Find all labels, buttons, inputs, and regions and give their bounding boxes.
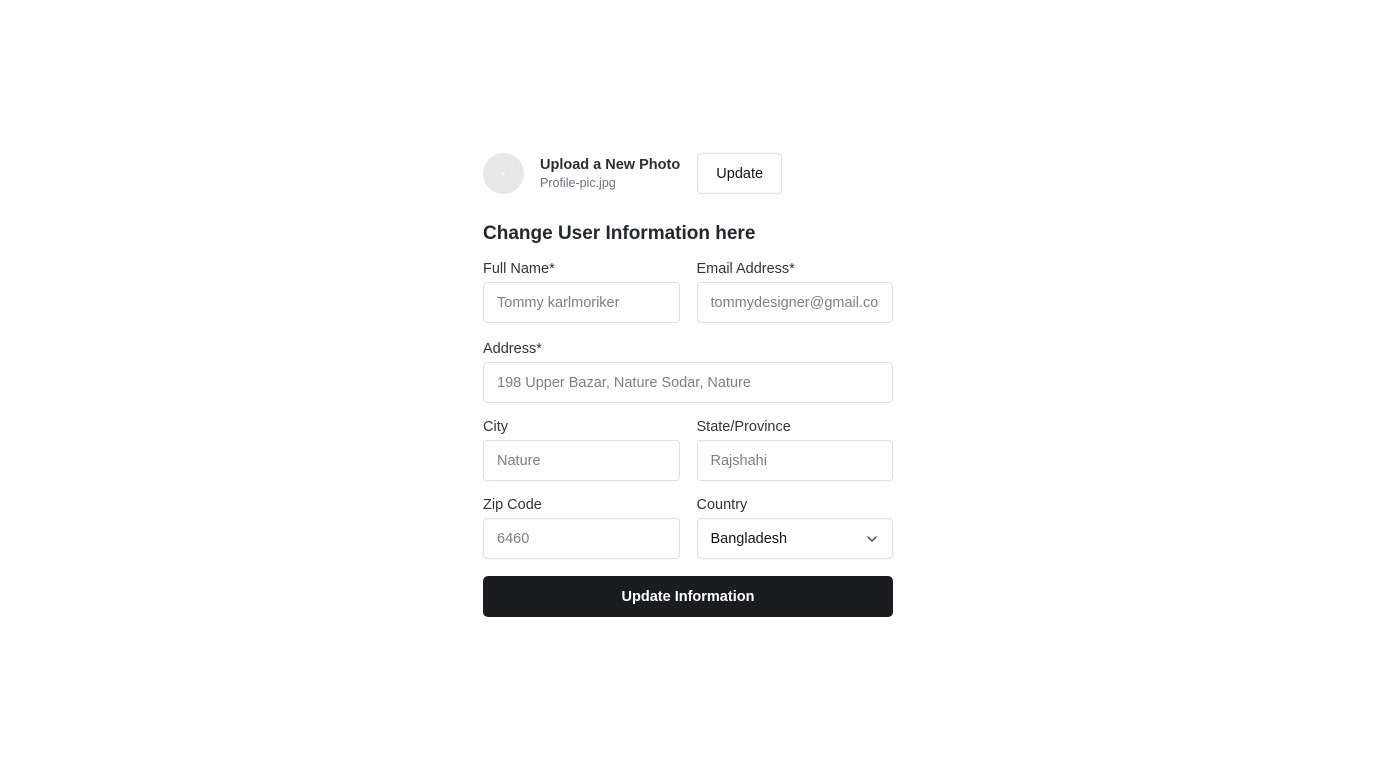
zip-label: Zip Code	[483, 497, 542, 513]
country-selected-value: Bangladesh	[710, 530, 788, 547]
state-input[interactable]	[696, 440, 893, 481]
profile-form: Upload a New Photo Profile-pic.jpg Updat…	[483, 153, 893, 617]
zip-input[interactable]	[483, 518, 680, 559]
photo-filename: Profile-pic.jpg	[540, 175, 616, 190]
country-field: Country Bangladesh	[696, 496, 893, 559]
address-field: Address*	[483, 340, 893, 403]
photo-info: Upload a New Photo Profile-pic.jpg	[540, 156, 680, 192]
name-email-row: Full Name* Email Address*	[483, 260, 893, 323]
city-state-row: City State/Province	[483, 418, 893, 481]
photo-upload-row: Upload a New Photo Profile-pic.jpg Updat…	[483, 153, 893, 194]
update-photo-button[interactable]: Update	[697, 153, 783, 194]
avatar-placeholder-icon	[502, 172, 505, 175]
address-label: Address*	[483, 341, 542, 357]
city-input[interactable]	[483, 440, 680, 481]
upload-photo-title: Upload a New Photo	[540, 156, 681, 173]
page: Upload a New Photo Profile-pic.jpg Updat…	[0, 0, 1376, 768]
full-name-field: Full Name*	[483, 260, 680, 323]
address-input[interactable]	[483, 362, 893, 403]
address-row: Address*	[483, 340, 893, 403]
update-information-button[interactable]: Update Information	[483, 576, 893, 617]
chevron-down-icon	[865, 532, 879, 546]
email-field: Email Address*	[696, 260, 893, 323]
city-field: City	[483, 418, 680, 481]
state-label: State/Province	[696, 419, 791, 435]
form-heading: Change User Information here	[483, 223, 756, 244]
avatar[interactable]	[483, 153, 524, 194]
email-input[interactable]	[696, 282, 893, 323]
country-select[interactable]: Bangladesh	[696, 518, 893, 559]
city-label: City	[483, 419, 508, 435]
email-label: Email Address*	[696, 261, 795, 277]
state-field: State/Province	[696, 418, 893, 481]
country-label: Country	[696, 497, 748, 513]
zip-country-row: Zip Code Country Bangladesh	[483, 496, 893, 559]
full-name-label: Full Name*	[483, 261, 555, 277]
zip-field: Zip Code	[483, 496, 680, 559]
full-name-input[interactable]	[483, 282, 680, 323]
